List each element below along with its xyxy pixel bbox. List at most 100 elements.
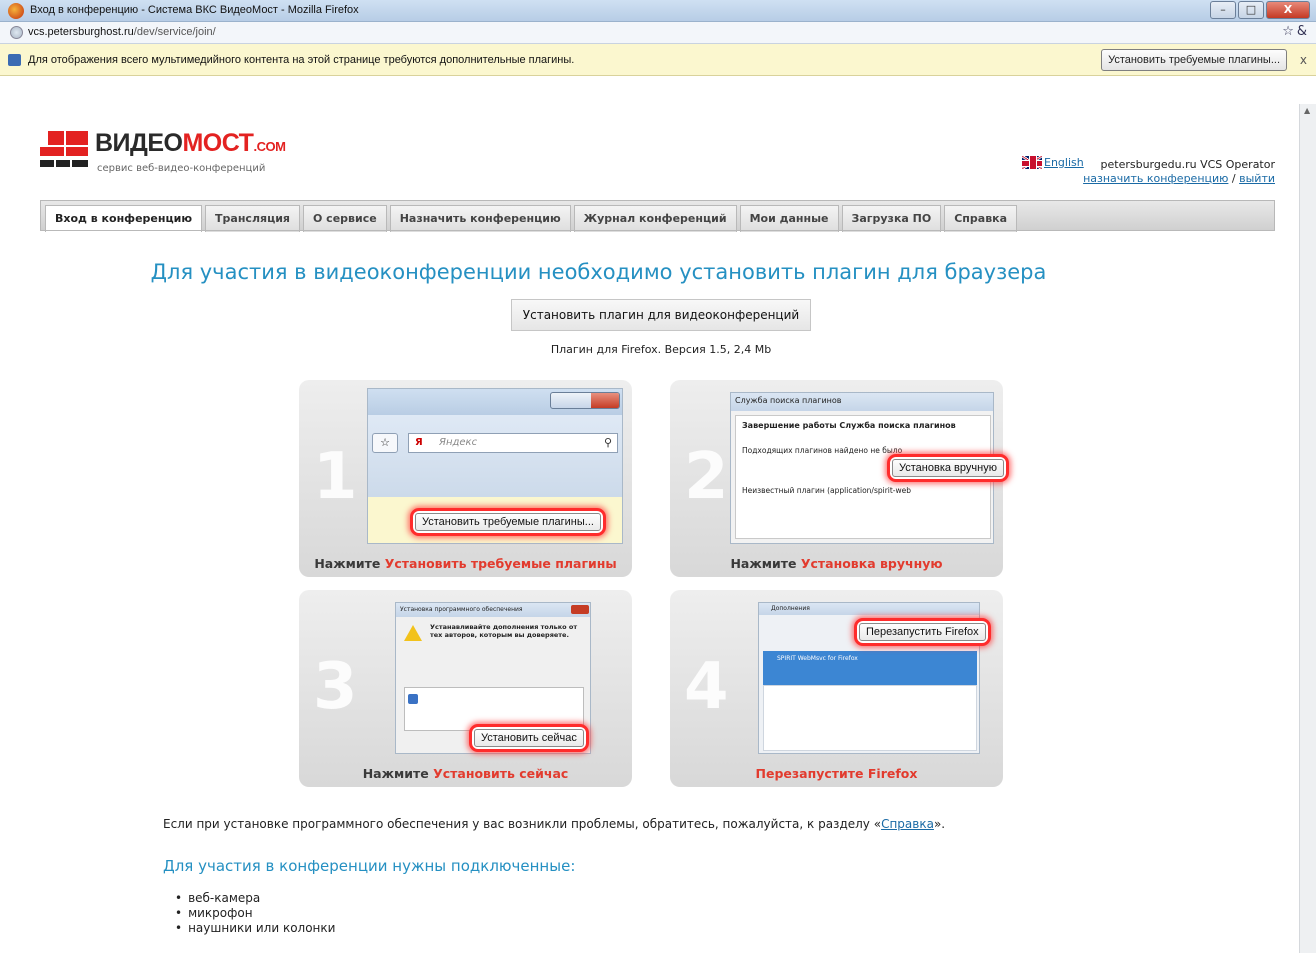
step-caption: Нажмите Установить требуемые плагины (299, 556, 632, 571)
page-title: Для участия в видеоконференции необходим… (150, 260, 1047, 284)
window-titlebar: Вход в конференцию - Система ВКС ВидеоМо… (0, 0, 1316, 22)
step-caption: Перезапустите Firefox (670, 766, 1003, 781)
language-switch[interactable]: English (1022, 156, 1084, 169)
callout-manual-install: Установка вручную (887, 454, 1009, 482)
step-card-3: 3 Установка программного обеспечения Уст… (299, 590, 632, 787)
list-item: веб-камера (175, 891, 335, 906)
list-item: наушники или колонки (175, 921, 335, 936)
install-plugins-button[interactable]: Установить требуемые плагины... (1101, 49, 1287, 71)
close-notification-icon[interactable]: x (1300, 53, 1307, 67)
step-card-4: 4 Дополнения SPIRIT WebMsvc for Firefox … (670, 590, 1003, 787)
search-icon: ⚲ (603, 436, 612, 449)
help-link[interactable]: Справка (881, 817, 934, 831)
url-path: /dev/service/join/ (133, 26, 216, 38)
warning-icon (404, 625, 422, 641)
install-plugin-button[interactable]: Установить плагин для видеоконференций (511, 299, 811, 331)
schedule-conference-link[interactable]: назначить конференцию (1083, 172, 1228, 185)
requirements-heading: Для участия в конференции нужны подключе… (163, 857, 576, 875)
close-window-button[interactable]: X (1266, 1, 1310, 19)
screenshot-item: SPIRIT WebMsvc for Firefox (777, 655, 858, 662)
callout-label: Установить сейчас (474, 729, 584, 747)
tab-schedule[interactable]: Назначить конференцию (389, 205, 571, 232)
screenshot-line-3: Неизвестный плагин (application/spirit-w… (742, 486, 912, 495)
url-text[interactable]: vcs.petersburghost.ru/dev/service/join/ (28, 26, 216, 38)
globe-icon (10, 26, 23, 39)
scroll-up-icon[interactable]: ▲ (1304, 106, 1310, 115)
screenshot-list (763, 685, 977, 751)
screenshot-toolbar: ☆ Я Яндекс ⚲ (368, 415, 622, 497)
step-number: 3 (313, 650, 358, 724)
help-prefix: Если при установке программного обеспече… (163, 817, 882, 831)
screenshot-line-1: Завершение работы Служба поиска плагинов (742, 421, 956, 430)
step-number: 1 (313, 440, 358, 514)
tab-help[interactable]: Справка (944, 205, 1018, 232)
link-separator: / (1231, 172, 1236, 185)
caption-prefix: Нажмите (730, 556, 801, 571)
caption-highlight: Перезапустите Firefox (755, 766, 918, 781)
address-bar[interactable]: vcs.petersburghost.ru/dev/service/join/ … (0, 22, 1316, 44)
logo-text-dark: ВИДЕО (95, 129, 183, 157)
callout-restart-firefox: Перезапустить Firefox (854, 618, 991, 646)
logo-text-red: МОСТ (182, 129, 254, 157)
screenshot-title: Служба поиска плагинов (735, 396, 842, 405)
callout-install-now: Установить сейчас (469, 724, 589, 752)
screenshot-titlebar (368, 389, 622, 415)
window-controls: – □ X (1210, 1, 1310, 19)
plugin-notification-bar: Для отображения всего мультимедийного ко… (0, 44, 1316, 76)
screenshot-selected-item: SPIRIT WebMsvc for Firefox (763, 651, 977, 685)
tab-join-conference[interactable]: Вход в конференцию (45, 205, 203, 232)
screenshot-title: Установка программного обеспечения (400, 606, 523, 613)
tab-journal[interactable]: Журнал конференций (573, 205, 737, 232)
caption-highlight: Установка вручную (800, 556, 943, 571)
step-caption: Нажмите Установить сейчас (299, 766, 632, 781)
plugin-version: Плагин для Firefox. Версия 1.5, 2,4 Mb (550, 343, 772, 356)
caption-highlight: Установить сейчас (433, 766, 569, 781)
screenshot-line-2: Подходящих плагинов найдено не было (742, 446, 903, 455)
logo-text: ВИДЕОМОСТ.COM (95, 129, 286, 158)
callout-install-plugins: Установить требуемые плагины... (410, 508, 606, 536)
caption-highlight: Установить требуемые плагины (384, 556, 617, 571)
screenshot-window-controls (550, 392, 620, 409)
tab-downloads[interactable]: Загрузка ПО (841, 205, 942, 232)
screenshot-title: Дополнения (771, 605, 810, 612)
tab-my-data[interactable]: Мои данные (739, 205, 839, 232)
screenshot-titlebar: Служба поиска плагинов (731, 393, 993, 411)
main-tabs: Вход в конференцию Трансляция О сервисе … (40, 200, 1275, 232)
star-icon: ☆ (372, 433, 398, 453)
logo-tagline: сервис веб-видео-конференций (97, 163, 266, 174)
logo-mark (40, 131, 88, 169)
firefox-icon (8, 3, 24, 19)
english-link[interactable]: English (1044, 156, 1084, 169)
vertical-scrollbar[interactable]: ▲ (1299, 104, 1316, 953)
minimize-button[interactable]: – (1210, 1, 1236, 19)
callout-label: Установка вручную (892, 459, 1004, 477)
star-icon[interactable]: ☆& (1282, 24, 1310, 39)
url-host: vcs.petersburghost.ru (28, 26, 134, 38)
step-number: 4 (684, 650, 729, 724)
screenshot-titlebar: Дополнения (759, 603, 979, 615)
step-card-1: 1 ☆ Я Яндекс ⚲ Установить требуемые плаг… (299, 380, 632, 577)
logout-link[interactable]: выйти (1239, 172, 1275, 185)
list-item: микрофон (175, 906, 335, 921)
screenshot-search-text: Яндекс (439, 437, 478, 448)
maximize-button[interactable]: □ (1238, 1, 1264, 19)
logo-text-com: .COM (253, 139, 286, 154)
screenshot-search-box: Я Яндекс ⚲ (408, 433, 618, 453)
plugin-icon (8, 54, 21, 66)
tab-about[interactable]: О сервисе (303, 205, 387, 232)
tab-broadcast[interactable]: Трансляция (205, 205, 300, 232)
tab-divider (40, 230, 1275, 231)
screenshot-titlebar: Установка программного обеспечения (396, 603, 590, 617)
help-suffix: ». (933, 817, 946, 831)
caption-prefix: Нажмите (362, 766, 434, 781)
puzzle-icon (408, 694, 418, 704)
help-text: Если при установке программного обеспече… (163, 817, 945, 831)
uk-flag-icon (1022, 156, 1042, 169)
requirements-list: веб-камера микрофон наушники или колонки (175, 891, 335, 936)
user-links: назначить конференцию / выйти (1083, 172, 1275, 186)
user-name: petersburgedu.ru VCS Operator (1100, 158, 1275, 171)
step-card-2: 2 Служба поиска плагинов Завершение рабо… (670, 380, 1009, 577)
caption-prefix: Нажмите (314, 556, 385, 571)
page-content: ВИДЕОМОСТ.COM сервис веб-видео-конференц… (0, 76, 1299, 953)
callout-label: Перезапустить Firefox (859, 623, 986, 641)
